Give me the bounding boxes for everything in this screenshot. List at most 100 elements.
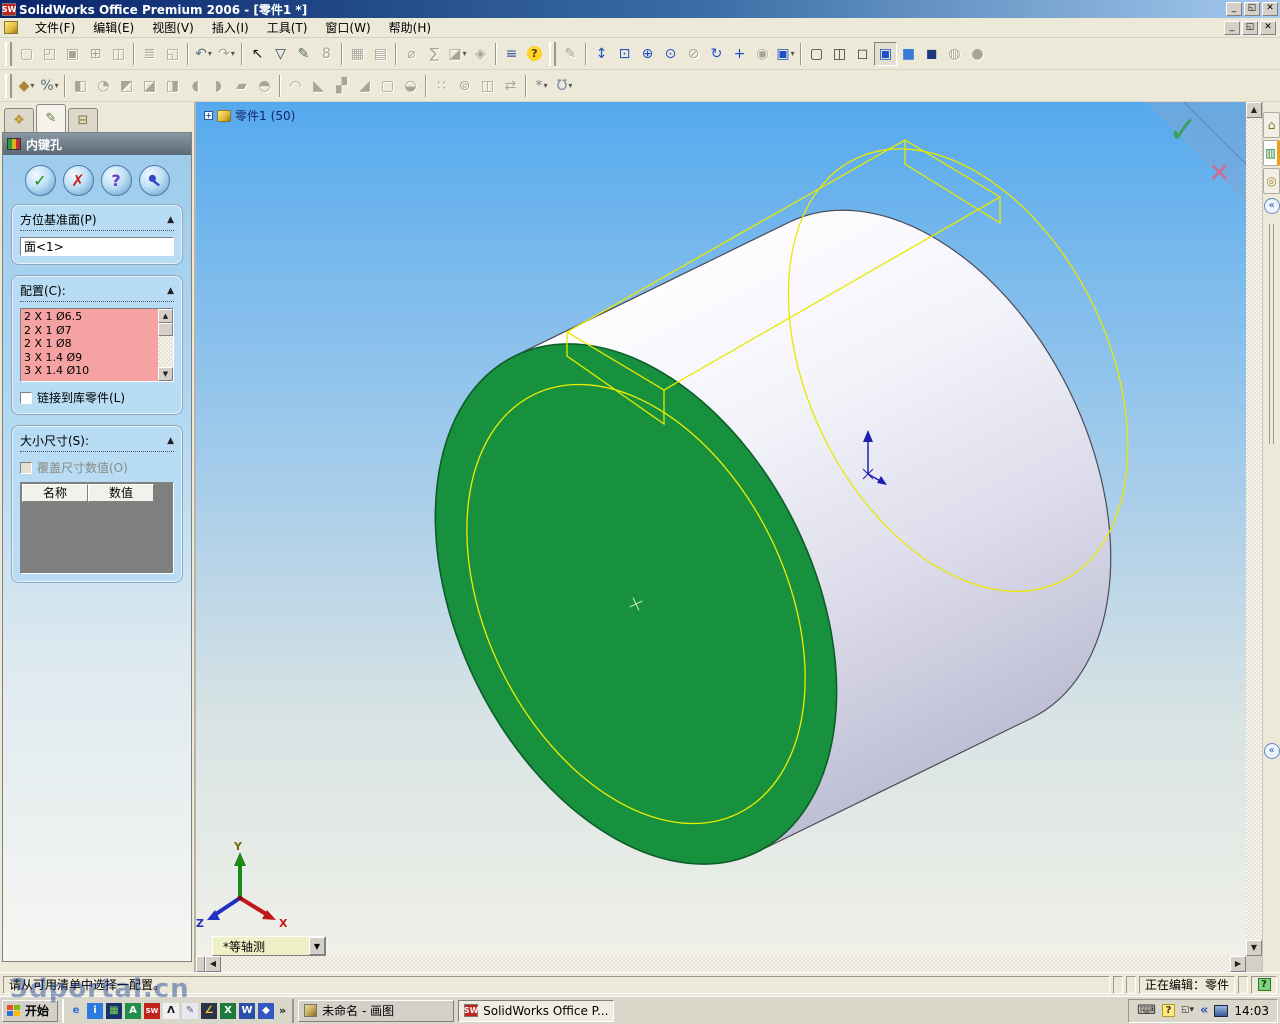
select-icon[interactable]: ↖ <box>246 42 269 66</box>
solidworks-resources-icon[interactable]: ▥ <box>1263 140 1280 166</box>
ok-button[interactable]: ✓ <box>24 165 56 196</box>
configuration-listbox[interactable]: 2 X 1 Ø6.5 2 X 1 Ø7 2 X 1 Ø8 3 X 1.4 Ø9 3 X … <box>20 308 174 382</box>
menu-w[interactable]: 窗口(W) <box>316 17 379 38</box>
word-icon[interactable]: W <box>239 1002 256 1019</box>
dropdown-caret-icon[interactable]: ▾ <box>231 49 235 58</box>
scroll-down-icon[interactable]: ▼ <box>1246 940 1262 956</box>
lambda-app-icon[interactable]: Λ <box>163 1002 180 1019</box>
undo-icon[interactable]: ↶ ▾ <box>192 42 215 66</box>
collapse-pane-bottom-icon[interactable]: « <box>1263 743 1280 759</box>
zoom-area-icon[interactable]: ⊡ <box>613 42 636 66</box>
config-option[interactable]: 3 X 1.4 Ø9 <box>24 351 158 365</box>
scroll-up-icon[interactable]: ▲ <box>1246 102 1262 118</box>
dimension-tools-icon[interactable]: % ▾ <box>38 74 61 98</box>
collapse-arrow-icon[interactable]: ▲ <box>167 215 174 225</box>
help-button[interactable]: ? <box>100 165 132 196</box>
menu-e[interactable]: 编辑(E) <box>84 17 143 38</box>
hidden-lines-visible-icon[interactable]: ◫ <box>828 42 851 66</box>
help-icon[interactable]: ? <box>523 42 546 66</box>
dropdown-caret-icon[interactable]: ▾ <box>208 49 212 58</box>
config-option[interactable]: 2 X 1 Ø7 <box>24 324 158 338</box>
cancel-button[interactable]: ✗ <box>62 165 94 196</box>
minimize-button[interactable]: _ <box>1226 2 1242 16</box>
vertical-scrollbar[interactable]: ▲ ▼ <box>1246 102 1262 956</box>
config-list-scrollbar[interactable]: ▲ ▼ <box>158 309 173 381</box>
messenger-icon[interactable]: i <box>87 1002 104 1019</box>
collapse-arrow-icon[interactable]: ▲ <box>167 286 174 296</box>
doc-minimize-button[interactable]: _ <box>1224 20 1240 35</box>
options-icon[interactable]: ≡ <box>500 42 523 66</box>
close-button[interactable]: ✕ <box>1262 2 1278 16</box>
hide-icons-chevron-icon[interactable]: « <box>1200 1004 1208 1017</box>
reference-geometry-icon[interactable]: * ▾ <box>530 74 553 98</box>
quick-launch-overflow-icon[interactable]: » <box>277 1004 288 1017</box>
sketch-app-icon[interactable]: ✎ <box>182 1002 199 1019</box>
shaded-icon[interactable]: ■ <box>897 42 920 66</box>
pane-splitter-handle[interactable] <box>196 956 205 972</box>
collapse-pane-icon[interactable]: « <box>1263 198 1280 214</box>
quick-tips-icon[interactable]: ? <box>1257 978 1271 991</box>
confirm-ok-icon[interactable]: ✓ <box>1168 110 1198 151</box>
shaded-with-edges-icon[interactable]: ▣ <box>874 41 897 66</box>
curves-icon[interactable]: Ʊ ▾ <box>553 74 576 98</box>
menu-f[interactable]: 文件(F) <box>26 17 84 38</box>
menu-h[interactable]: 帮助(H) <box>380 17 440 38</box>
tab-propertymanager[interactable]: ✎ <box>36 104 66 132</box>
link-to-library-checkbox[interactable]: 链接到库零件(L) <box>20 389 174 406</box>
restore-button[interactable]: ◱ <box>1244 2 1260 16</box>
pin-button[interactable] <box>138 165 170 196</box>
dropdown-caret-icon[interactable]: ▾ <box>568 81 572 90</box>
task-button-solidworks[interactable]: SW SolidWorks Office P... <box>458 999 615 1022</box>
checkbox-icon[interactable] <box>20 391 32 404</box>
zoom-fit-icon[interactable]: ↕ <box>590 42 613 66</box>
wireframe-icon[interactable]: ▢ <box>805 42 828 66</box>
doc-close-button[interactable]: ✕ <box>1260 20 1276 35</box>
network-tray-icon[interactable] <box>1214 1004 1229 1017</box>
shadows-icon[interactable]: ◼ <box>920 42 943 66</box>
zoom-selected-icon[interactable]: ⊙ <box>659 42 682 66</box>
collapse-arrow-icon[interactable]: ▲ <box>167 436 174 446</box>
rotate-view-icon[interactable]: ↻ <box>705 42 728 66</box>
media-app-icon[interactable]: ◆ <box>258 1002 275 1019</box>
dropdown-caret-icon[interactable]: ▾ <box>543 81 547 90</box>
sketch-icon[interactable]: ✎ <box>292 42 315 66</box>
app1-icon[interactable]: ▦ <box>106 1002 123 1019</box>
toolbar-grip[interactable] <box>5 73 12 98</box>
dropdown-caret-icon[interactable]: ▾ <box>55 81 59 90</box>
scroll-down-icon[interactable]: ▼ <box>158 367 173 381</box>
scroll-left-icon[interactable]: ◀ <box>205 956 221 972</box>
view-orientation-combo[interactable]: *等轴测 ▼ <box>212 936 326 956</box>
tab-configurationmanager[interactable]: ⊟ <box>68 108 98 132</box>
drafting-app-icon[interactable]: ∠ <box>201 1002 218 1019</box>
pan-icon[interactable]: + <box>728 42 751 66</box>
doc-restore-button[interactable]: ◱ <box>1242 20 1258 35</box>
viewport-canvas[interactable]: Y X Z ✓ ✕ + 零件1 (50) *等轴测 ▼ <box>196 101 1247 956</box>
orientation-plane-input[interactable] <box>20 237 174 256</box>
toolbar-grip[interactable] <box>5 41 12 66</box>
config-option[interactable]: 2 X 1 Ø6.5 <box>24 310 158 324</box>
ie-icon[interactable]: e <box>68 1003 84 1019</box>
scroll-right-icon[interactable]: ▶ <box>1230 956 1246 972</box>
select-filter-icon[interactable]: ▽ <box>269 42 292 66</box>
hidden-lines-removed-icon[interactable]: ◻ <box>851 42 874 66</box>
solidworks-quicklaunch-icon[interactable]: SW <box>144 1002 161 1019</box>
excel-icon[interactable]: X <box>220 1002 237 1019</box>
status-help-pane[interactable]: ? <box>1251 975 1277 994</box>
column-header-value[interactable]: 数值 <box>88 484 154 502</box>
dropdown-caret-icon[interactable]: ▾ <box>791 49 795 58</box>
help-note-tray-icon[interactable]: ? <box>1161 1004 1175 1017</box>
tree-part-name[interactable]: 零件1 <box>235 107 267 124</box>
hole-series-icon[interactable]: ◆ ▾ <box>15 74 38 98</box>
zoom-in-out-icon[interactable]: ⊕ <box>636 42 659 66</box>
standard-views-icon[interactable]: ▣ ▾ <box>774 42 797 66</box>
config-option[interactable]: 3 X 1.4 Ø10 <box>24 364 158 378</box>
dropdown-caret-icon[interactable]: ▾ <box>30 81 34 90</box>
dropdown-caret-icon[interactable]: ▾ <box>463 49 467 58</box>
start-button[interactable]: 开始 <box>2 999 59 1022</box>
home-icon[interactable]: ⌂ <box>1263 112 1280 138</box>
scrollbar-thumb[interactable] <box>158 323 173 336</box>
task-button-paint[interactable]: 未命名 - 画图 <box>298 999 455 1022</box>
menu-t[interactable]: 工具(T) <box>258 17 317 38</box>
menu-v[interactable]: 视图(V) <box>143 17 203 38</box>
toolbar-grip[interactable] <box>549 41 556 66</box>
